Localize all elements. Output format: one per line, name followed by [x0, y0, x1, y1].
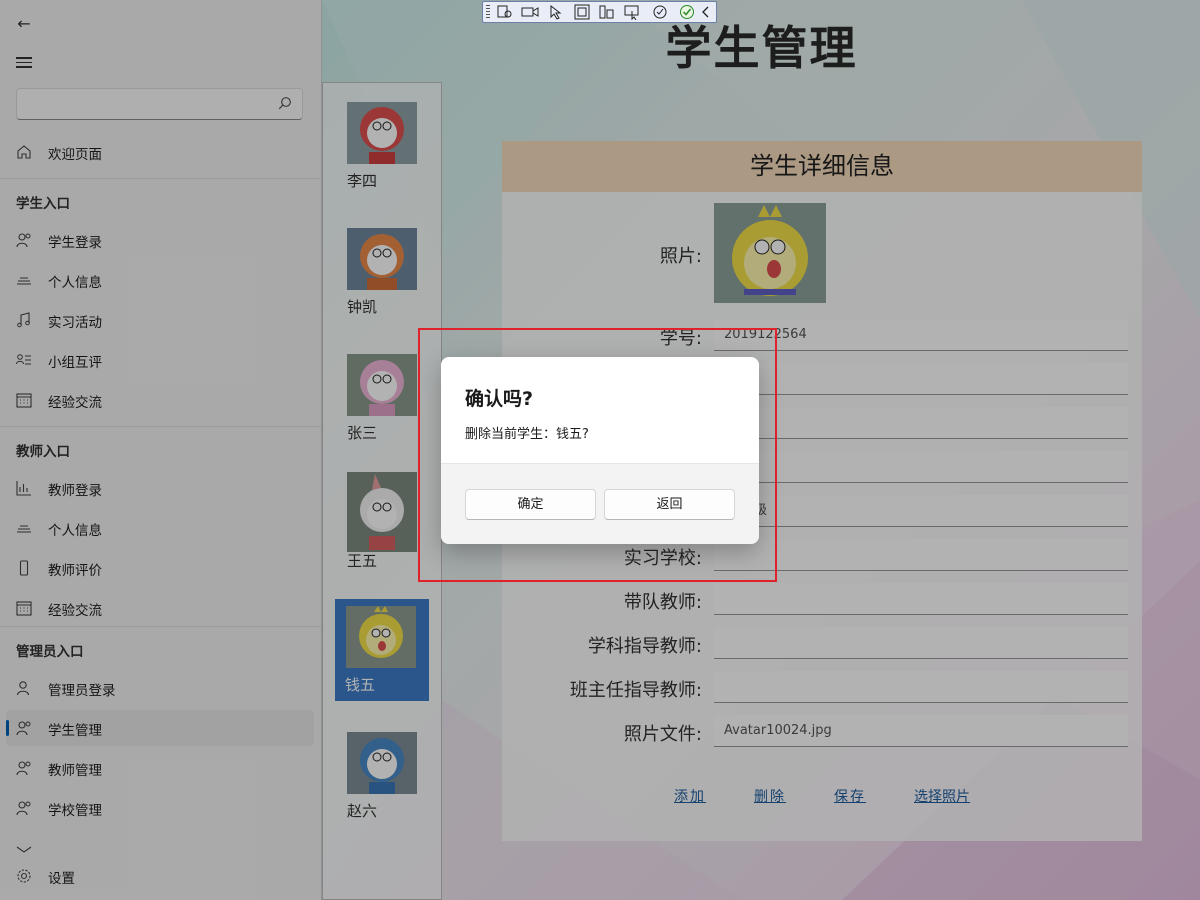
- live-tree-icon[interactable]: [496, 4, 514, 20]
- track-focus-icon[interactable]: [598, 4, 616, 20]
- confirm-button[interactable]: 确定: [465, 489, 596, 520]
- display-layout-icon[interactable]: [573, 4, 591, 20]
- video-icon[interactable]: [521, 4, 539, 20]
- dialog-message: 删除当前学生：钱五?: [465, 427, 589, 442]
- dialog-title: 确认吗?: [465, 388, 534, 410]
- select-element-icon[interactable]: [547, 4, 565, 20]
- confirm-dialog: 确认吗? 删除当前学生：钱五? 确定 返回: [441, 357, 759, 544]
- collapse-icon[interactable]: [699, 4, 713, 20]
- preview-selection-icon[interactable]: [624, 4, 642, 20]
- grip-icon[interactable]: [486, 5, 490, 19]
- debug-toolbar: [482, 1, 717, 23]
- accessibility-icon[interactable]: [651, 4, 669, 20]
- dialog-footer: 确定 返回: [441, 463, 759, 544]
- back-button[interactable]: 返回: [604, 489, 735, 520]
- checkmark-icon[interactable]: [678, 4, 696, 20]
